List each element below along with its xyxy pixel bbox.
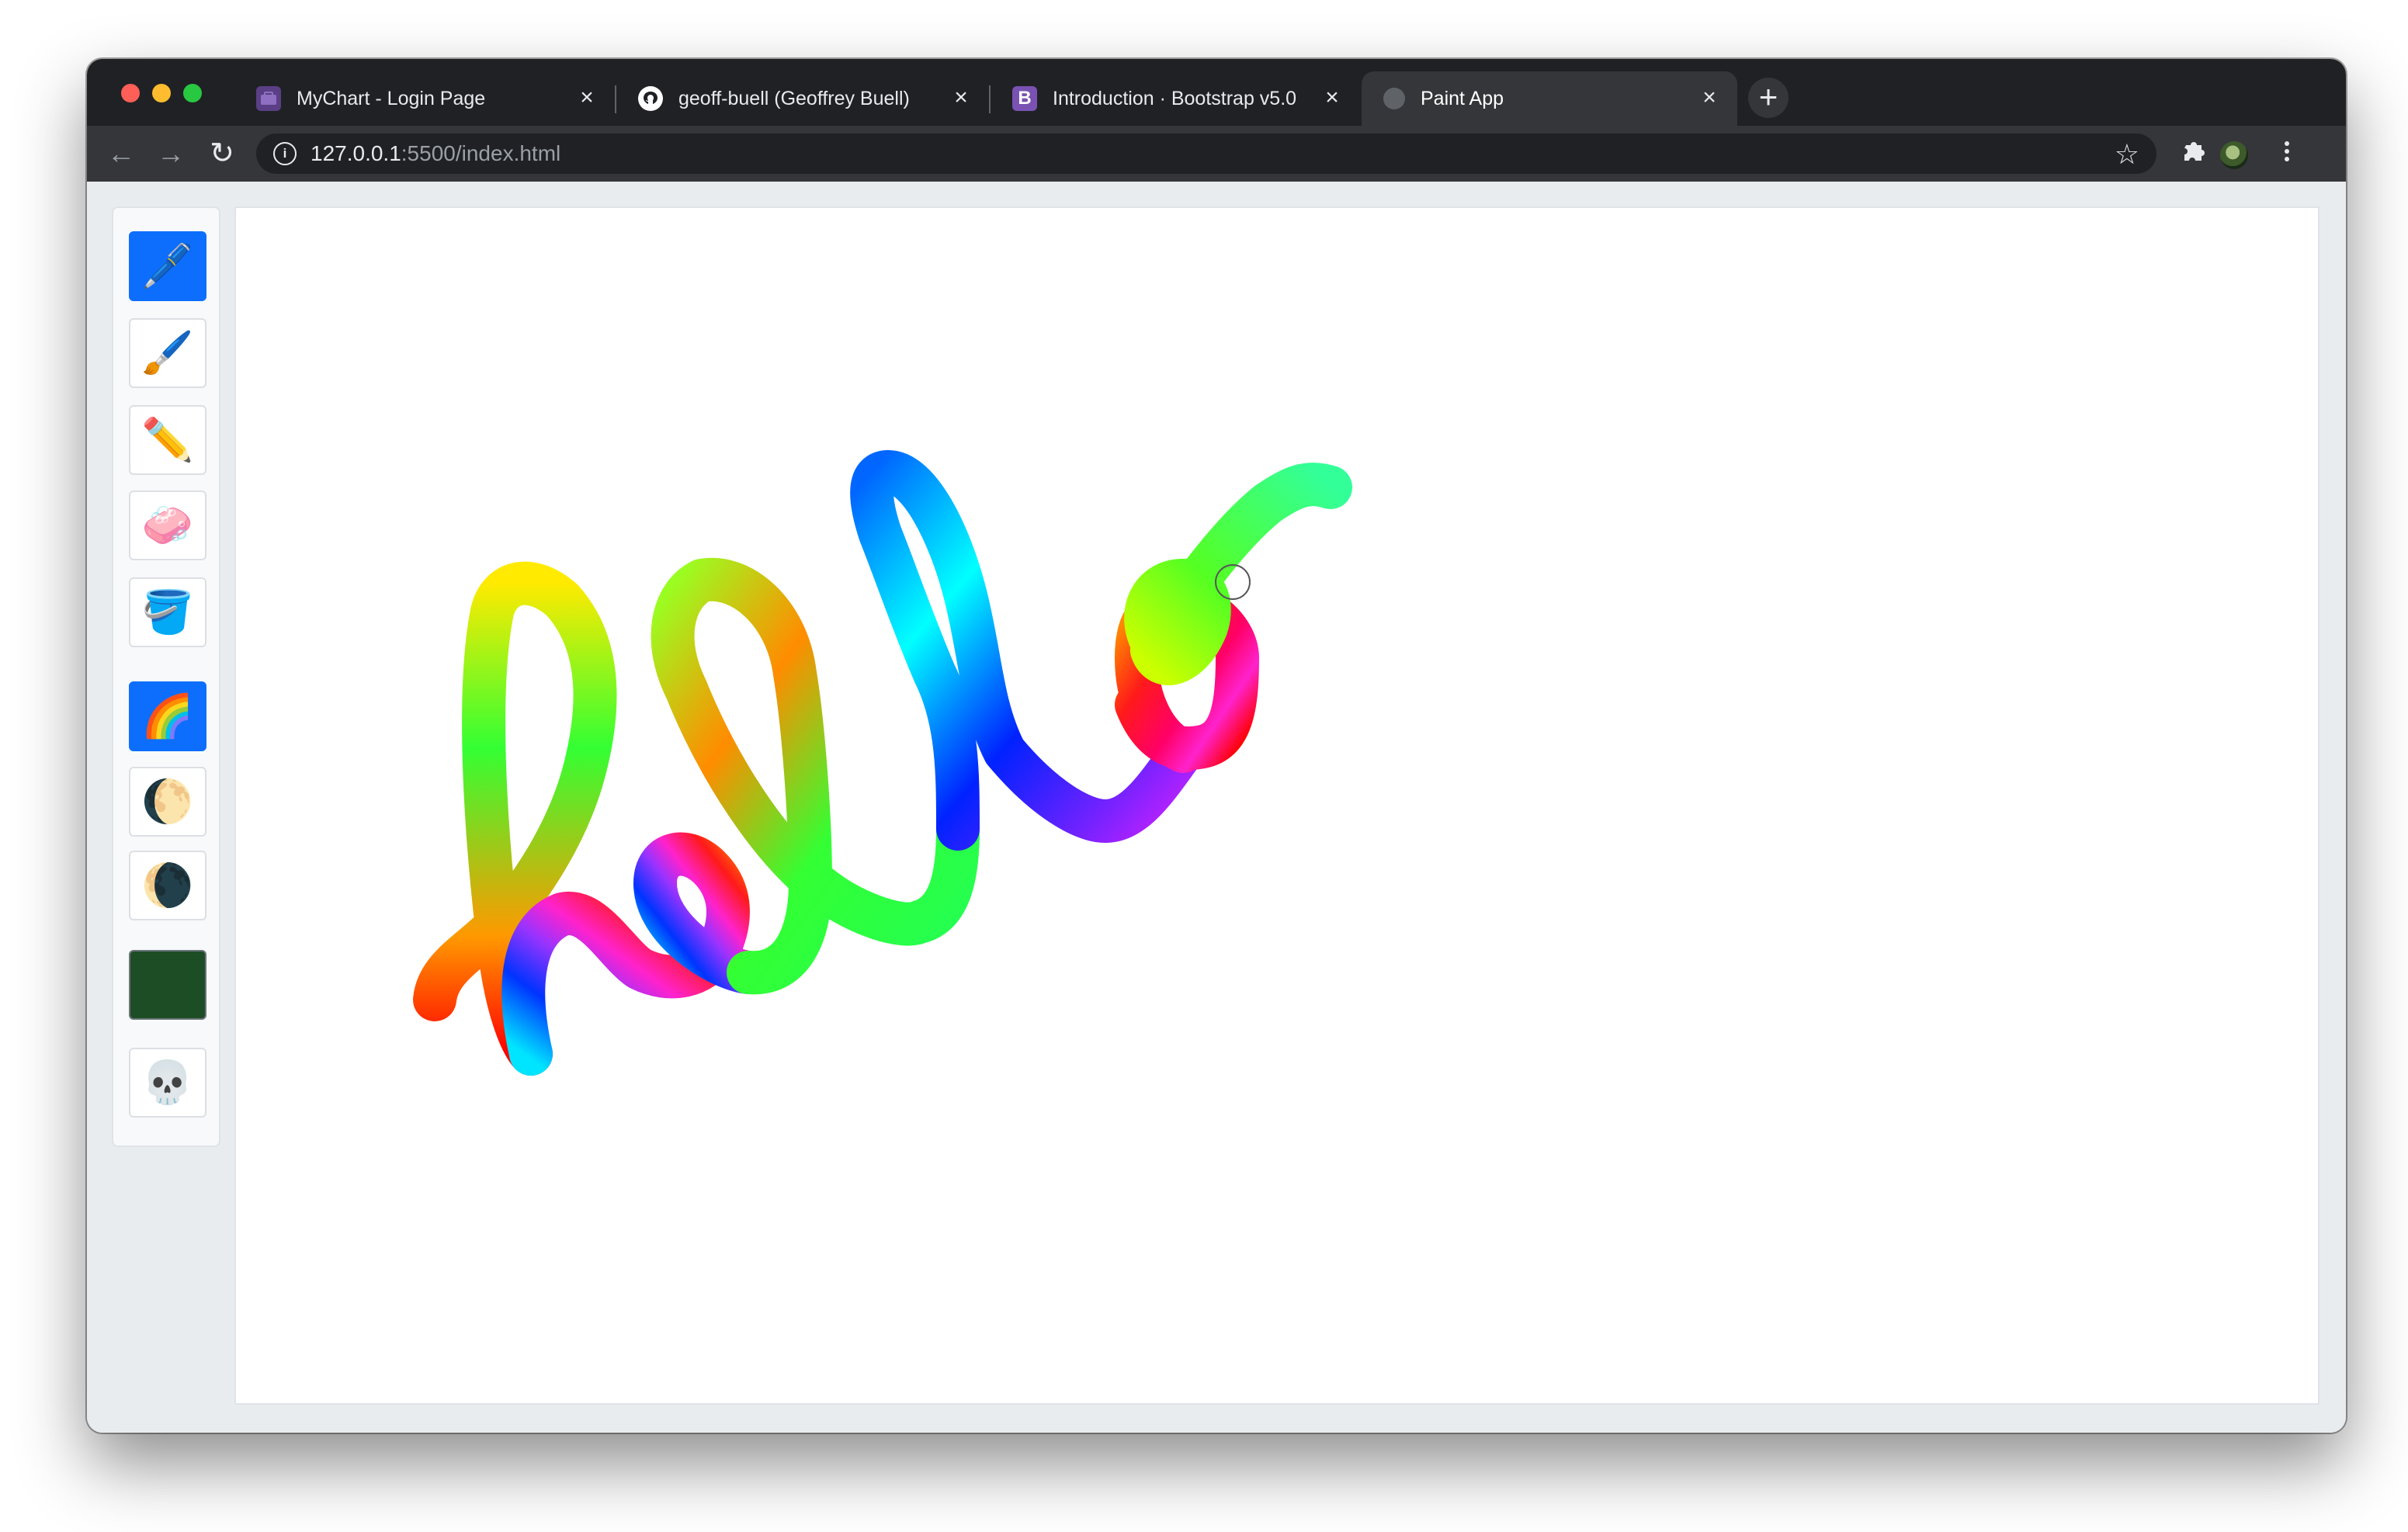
moon-icon: 🌔 — [141, 778, 194, 825]
extensions-icon[interactable] — [2181, 137, 2206, 171]
hello-drawing — [413, 450, 1352, 1076]
dark-moon-icon: 🌘 — [141, 861, 194, 909]
skull-icon: 💀 — [141, 1059, 194, 1106]
github-icon — [638, 86, 663, 111]
maximize-window-button[interactable] — [183, 84, 202, 102]
globe-icon — [1383, 88, 1405, 109]
reload-icon[interactable]: ↻ — [205, 137, 239, 171]
dark-mode-button[interactable]: 🌘 — [129, 851, 206, 920]
back-icon[interactable]: ← — [104, 137, 138, 171]
eraser-tool-button[interactable]: 🧼 — [129, 490, 206, 560]
tab-mychart[interactable]: MyChart - Login Page × — [234, 71, 615, 126]
tab-title: Introduction · Bootstrap v5.0 — [1053, 87, 1297, 109]
tab-bootstrap[interactable]: B Introduction · Bootstrap v5.0 × — [991, 71, 1360, 126]
address-bar[interactable]: i 127.0.0.1:5500/index.html ☆ — [256, 133, 2156, 174]
tab-strip: MyChart - Login Page × geoff-buell (Geof… — [87, 59, 2346, 126]
browser-menu-icon[interactable] — [2274, 138, 2299, 169]
mychart-icon — [256, 86, 281, 111]
paint-app-page: 🖊️ 🖌️ ✏️ 🧼 🪣 🌈 🌔 🌘 💀 — [87, 182, 2346, 1433]
tab-paint-app[interactable]: Paint App × — [1362, 71, 1737, 126]
drawing-canvas[interactable] — [234, 206, 2320, 1405]
brush-icon: 🖌️ — [141, 329, 194, 376]
url-host: 127.0.0.1 — [311, 141, 401, 165]
forward-icon[interactable]: → — [154, 137, 188, 171]
brush-tool-button[interactable]: 🖌️ — [129, 318, 206, 388]
minimize-window-button[interactable] — [152, 84, 171, 102]
pencil-icon: ✏️ — [141, 416, 194, 463]
color-picker-swatch[interactable] — [129, 950, 206, 1020]
rainbow-icon: 🌈 — [141, 692, 194, 740]
close-tab-icon[interactable]: × — [1321, 86, 1343, 109]
browser-window: MyChart - Login Page × geoff-buell (Geof… — [87, 59, 2346, 1433]
new-tab-button[interactable]: + — [1748, 78, 1789, 118]
url-text[interactable]: 127.0.0.1:5500/index.html — [311, 141, 560, 166]
fill-bucket-button[interactable]: 🪣 — [129, 577, 206, 647]
pencil-tool-button[interactable]: ✏️ — [129, 405, 206, 475]
info-icon[interactable]: i — [273, 142, 297, 165]
close-tab-icon[interactable]: × — [1698, 86, 1720, 109]
eraser-icon: 🧼 — [141, 501, 194, 549]
pen-icon: 🖊️ — [141, 242, 194, 289]
url-path: :5500/index.html — [401, 141, 561, 165]
browser-toolbar: ← → ↻ i 127.0.0.1:5500/index.html ☆ — [87, 126, 2346, 182]
bootstrap-icon: B — [1012, 86, 1037, 111]
pen-tool-button[interactable]: 🖊️ — [129, 231, 206, 301]
bucket-icon: 🪣 — [141, 588, 194, 636]
close-tab-icon[interactable]: × — [576, 86, 598, 109]
tab-github[interactable]: geoff-buell (Geoffrey Buell) × — [616, 71, 989, 126]
rainbow-mode-button[interactable]: 🌈 — [129, 681, 206, 751]
tab-title: Paint App — [1421, 87, 1504, 109]
tab-title: geoff-buell (Geoffrey Buell) — [678, 87, 910, 109]
close-tab-icon[interactable]: × — [950, 86, 972, 109]
profile-avatar[interactable] — [2220, 141, 2248, 169]
bookmark-star-icon[interactable]: ☆ — [2115, 138, 2139, 171]
light-mode-button[interactable]: 🌔 — [129, 767, 206, 837]
close-window-button[interactable] — [121, 84, 140, 102]
toolbox: 🖊️ 🖌️ ✏️ 🧼 🪣 🌈 🌔 🌘 💀 — [112, 206, 220, 1147]
tab-title: MyChart - Login Page — [297, 87, 486, 109]
clear-canvas-button[interactable]: 💀 — [129, 1048, 206, 1118]
